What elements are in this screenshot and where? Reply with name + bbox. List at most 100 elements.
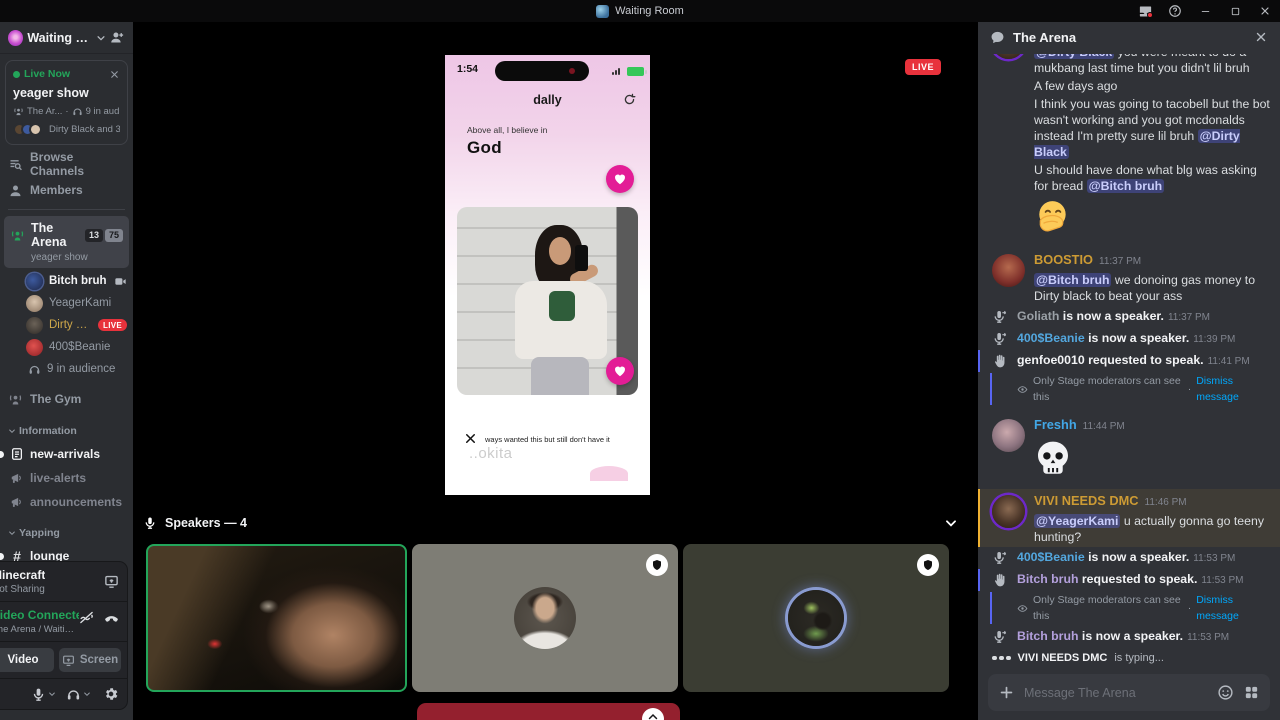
shield-icon: [922, 559, 934, 571]
message-author[interactable]: BOOSTIO: [1034, 252, 1093, 268]
sidebar-item-browse-channels[interactable]: Browse Channels: [0, 150, 133, 178]
note-text: Only Stage moderators can see this: [1033, 375, 1181, 403]
dismiss-message-link[interactable]: Dismiss message: [1196, 373, 1270, 405]
chevron-down-icon[interactable]: [944, 516, 958, 530]
speakers-bar[interactable]: Speakers — 4: [143, 510, 958, 536]
emoji-picker-icon[interactable]: [1217, 684, 1234, 701]
mention-pill[interactable]: @Dirty Black: [1034, 54, 1115, 59]
user-name-fragment[interactable]: ...: [0, 689, 18, 699]
video-button[interactable]: Video: [0, 648, 54, 672]
voice-connection-status: Video Connected: [0, 608, 79, 622]
username[interactable]: 400$Beanie: [1017, 550, 1085, 564]
mention-pill[interactable]: @Dirty Black: [1034, 129, 1240, 159]
timestamp: 11:53 PM: [1193, 553, 1236, 564]
stage-channel-the-arena[interactable]: The Arena 13 75 yeager show: [4, 216, 129, 268]
speaker-video-tile[interactable]: [146, 544, 407, 692]
settings-gear-icon[interactable]: [103, 686, 119, 702]
dismiss-message-link[interactable]: Dismiss message: [1196, 592, 1270, 624]
voice-channel-location[interactable]: The Arena / Waiting...: [0, 624, 79, 635]
activity-card[interactable]: Minecraft Not Sharing: [0, 562, 127, 602]
invite-people-icon[interactable]: [110, 30, 125, 45]
avatar: [514, 587, 576, 649]
live-show-title: yeager show: [13, 86, 89, 100]
sidebar-item-members[interactable]: Members: [0, 177, 133, 203]
speaker-avatar-tile[interactable]: [683, 544, 949, 692]
avatar[interactable]: [992, 54, 1025, 59]
speaker-avatar-tile[interactable]: [412, 544, 678, 692]
phone-status-bar: 1:54: [445, 61, 650, 81]
screen-share-button[interactable]: Screen: [59, 648, 121, 672]
category-yapping[interactable]: Yapping: [0, 522, 133, 544]
signal-icon: [612, 68, 620, 75]
system-message: 400$Beanie is now a speaker. 11:53 PM: [978, 547, 1280, 569]
channel-name: announcements: [30, 495, 123, 509]
mention-pill[interactable]: @YeagerKami: [1034, 514, 1121, 528]
inbox-icon[interactable]: [1130, 0, 1160, 22]
voice-user-row[interactable]: Dirty Bl... LIVE: [0, 314, 133, 336]
chat-title: The Arena: [1013, 29, 1077, 45]
maximize-button[interactable]: [1220, 0, 1250, 22]
help-icon[interactable]: [1160, 0, 1190, 22]
disconnect-call-icon[interactable]: [104, 610, 119, 625]
username[interactable]: 400$Beanie: [1017, 331, 1085, 345]
x-icon: [463, 431, 478, 446]
message-input[interactable]: [1024, 685, 1208, 700]
stage-toast[interactable]: [417, 703, 680, 720]
avatar: [26, 294, 43, 312]
voice-user-row[interactable]: 400$Beanie: [0, 336, 133, 358]
mic-control[interactable]: [31, 687, 56, 702]
timestamp: 11:41 PM: [1207, 356, 1250, 367]
app-window-icon: [596, 4, 610, 18]
stage-channel-the-gym[interactable]: The Gym: [0, 386, 133, 412]
voice-user-row[interactable]: Bitch bruh: [0, 270, 133, 292]
mention-pill[interactable]: @Bitch bruh: [1034, 273, 1112, 287]
stage-topic: yeager show: [31, 252, 88, 263]
channel-live-alerts[interactable]: live-alerts: [0, 466, 133, 490]
eye-icon: [1017, 384, 1028, 395]
deafen-control[interactable]: [66, 687, 91, 702]
facepalm-emoji: [1034, 198, 1072, 236]
noise-suppression-off-icon[interactable]: [79, 610, 94, 625]
category-information[interactable]: Information: [0, 420, 133, 442]
chevron-down-icon: [8, 529, 16, 537]
message-author[interactable]: VIVI NEEDS DMC: [1034, 493, 1139, 509]
channel-new-arrivals[interactable]: new-arrivals: [0, 442, 133, 466]
channel-announcements[interactable]: announcements: [0, 490, 133, 514]
channel-name: live-alerts: [30, 471, 87, 485]
mention-pill[interactable]: @Bitch bruh: [1086, 179, 1165, 193]
avatar[interactable]: [992, 254, 1025, 287]
apps-icon[interactable]: [1243, 684, 1260, 701]
minimize-button[interactable]: [1190, 0, 1220, 22]
username[interactable]: Goliath: [1017, 309, 1059, 323]
avatar[interactable]: [992, 419, 1025, 452]
live-now-card[interactable]: Live Now yeager show The Ar... · 9 in au…: [5, 60, 128, 145]
audience-count-row[interactable]: 9 in audience: [0, 358, 133, 380]
username[interactable]: genfoe0010: [1017, 353, 1085, 367]
speakers-count-label: Speakers — 4: [165, 516, 247, 530]
typing-indicator: VIVI NEEDS DMC is typing...: [978, 648, 1280, 668]
participants-label: Dirty Black and 3 ot...: [49, 124, 120, 135]
server-header[interactable]: Waiting R...: [0, 22, 133, 54]
message-author[interactable]: Freshh: [1034, 417, 1077, 433]
prompt-label: Above all, I believe in: [467, 125, 548, 135]
avatar: [26, 272, 43, 290]
mic-speaker-icon: [992, 309, 1008, 325]
toast-button[interactable]: [642, 708, 664, 720]
close-icon[interactable]: [109, 69, 120, 80]
system-message: 400$Beanie is now a speaker. 11:39 PM: [978, 328, 1280, 350]
message-text: U should have done what blg was asking f…: [1034, 163, 1257, 193]
mic-speaker-icon: [992, 629, 1008, 645]
typing-text: is typing...: [1114, 652, 1164, 664]
username[interactable]: Bitch bruh: [1017, 629, 1078, 643]
voice-user-row[interactable]: YeagerKami: [0, 292, 133, 314]
stage-icon: [8, 392, 23, 407]
username[interactable]: Bitch bruh: [1017, 572, 1078, 586]
eye-icon: [1017, 603, 1028, 614]
avatar[interactable]: [992, 495, 1025, 528]
prompt-answer: God: [467, 138, 502, 157]
voice-user-name: YeagerKami: [49, 297, 112, 309]
close-window-button[interactable]: [1250, 0, 1280, 22]
close-chat-icon[interactable]: [1254, 30, 1268, 44]
attach-plus-icon[interactable]: [998, 684, 1015, 701]
screen-share-icon[interactable]: [104, 574, 119, 589]
